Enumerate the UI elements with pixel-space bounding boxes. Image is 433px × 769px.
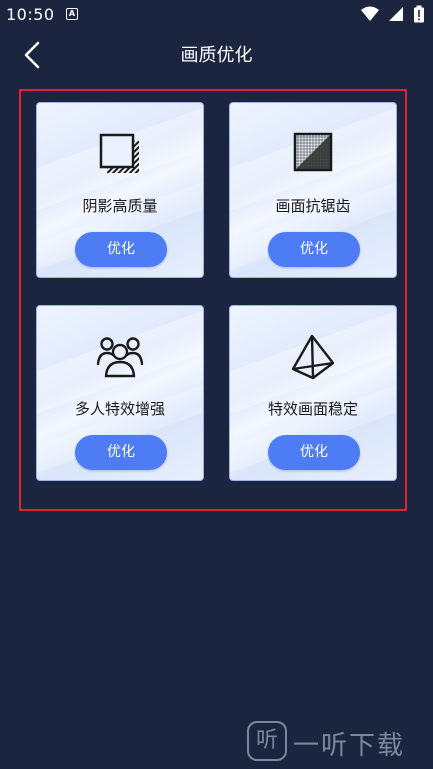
card-multiplayer-effects: 多人特效增强 优化 — [36, 305, 204, 481]
card-antialiasing: 画面抗锯齿 优化 — [229, 102, 397, 278]
status-icons — [360, 5, 425, 25]
wifi-icon — [360, 6, 379, 21]
optimize-button[interactable]: 优化 — [75, 232, 167, 267]
watermark-text: 一听下载 — [293, 731, 406, 761]
pyramid-icon — [291, 334, 335, 380]
optimize-button[interactable]: 优化 — [268, 435, 360, 470]
watermark: 听 一听下载 — [247, 719, 427, 765]
battery-icon — [414, 5, 424, 23]
card-label: 特效画面稳定 — [267, 400, 358, 418]
status-time: 10:50 — [6, 5, 55, 24]
status-bar: 10:50 A — [0, 0, 433, 30]
header: 画质优化 — [0, 30, 433, 80]
signal-icon — [388, 7, 403, 21]
card-label: 画面抗锯齿 — [275, 197, 351, 215]
card-label: 阴影高质量 — [82, 197, 158, 215]
optimize-button[interactable]: 优化 — [268, 232, 360, 267]
page-title: 画质优化 — [180, 45, 253, 66]
antialias-grid-icon — [293, 132, 333, 172]
optimize-button[interactable]: 优化 — [75, 435, 167, 470]
card-effects-stability: 特效画面稳定 优化 — [229, 305, 397, 481]
shadow-squares-icon — [99, 133, 139, 173]
watermark-logo-icon: 听 — [247, 721, 287, 761]
card-label: 多人特效增强 — [74, 400, 165, 418]
notification-icon: A — [66, 8, 78, 20]
card-shadow-quality: 阴影高质量 优化 — [36, 102, 204, 278]
users-group-icon — [96, 337, 144, 378]
